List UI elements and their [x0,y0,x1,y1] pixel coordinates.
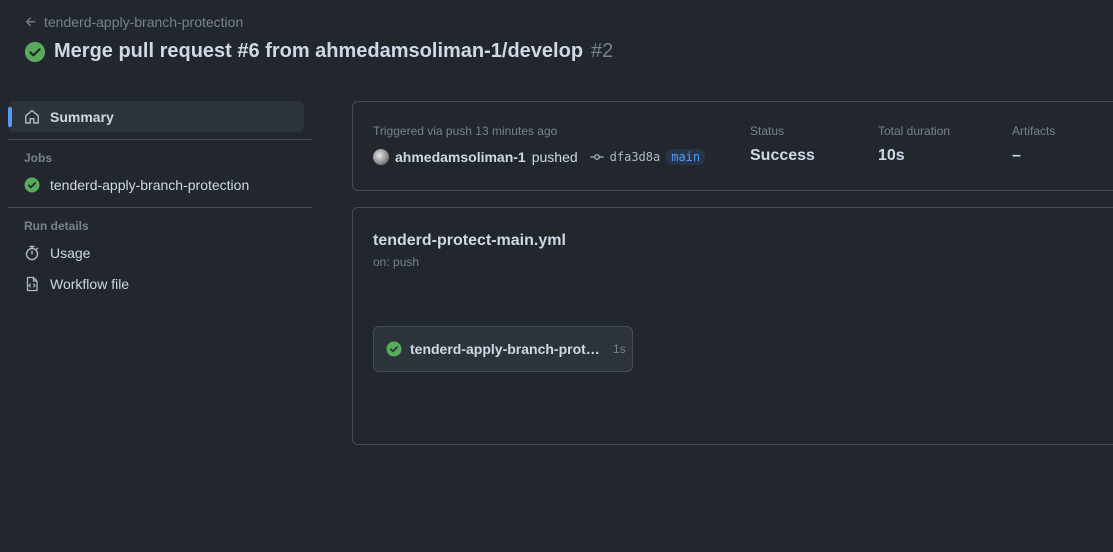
check-circle-icon [24,177,40,192]
duration-block: Total duration 10s [878,124,950,165]
run-details-heading: Run details [24,219,89,233]
sidebar-item-label: tenderd-apply-branch-protection [50,176,250,193]
divider [8,139,312,140]
action-text: pushed [531,149,578,165]
home-icon [25,109,39,124]
commit-info: ahmedamsoliman-1 pushed dfa3d8a main [373,149,706,165]
status-block: Status Success [750,124,815,165]
trigger-info: Triggered via push 13 minutes ago [373,124,558,138]
workflow-run-page: tenderd-apply-branch-protection Merge pu… [0,0,1113,552]
sidebar-item-summary[interactable]: Summary [8,101,304,132]
artifacts-label: Artifacts [1012,124,1056,138]
check-circle-icon [24,41,46,62]
run-summary-card: Triggered via push 13 minutes ago ahmeda… [352,101,1113,191]
check-circle-icon [386,341,402,357]
branch-badge[interactable]: main [666,149,706,165]
page-title: Merge pull request #6 from ahmedamsolima… [24,40,613,63]
sidebar-item-label: Usage [50,244,91,261]
duration-value: 10s [878,147,905,164]
back-link[interactable]: tenderd-apply-branch-protection [24,14,243,30]
sidebar-item-workflow-file[interactable]: Workflow file [8,268,312,299]
job-node-duration: 1s [613,342,626,356]
job-node[interactable]: tenderd-apply-branch-protection 1s [373,326,633,372]
artifacts-block: Artifacts – [1012,124,1055,165]
run-title: Merge pull request #6 from ahmedamsolima… [54,40,584,62]
actor-link[interactable]: ahmedamsoliman-1 [395,149,526,165]
sidebar: Summary Jobs tenderd-apply-branch-protec… [8,101,312,299]
avatar[interactable] [373,149,389,165]
status-value: Success [750,147,815,164]
run-number: #2 [591,40,614,62]
status-label: Status [750,124,785,138]
workflow-file-name: tenderd-protect-main.yml [373,232,566,249]
job-node-name: tenderd-apply-branch-protection [410,341,605,357]
sidebar-item-usage[interactable]: Usage [8,237,312,268]
workflow-graph-card: tenderd-protect-main.yml on: push tender… [352,207,1113,445]
arrow-left-icon [25,17,36,27]
jobs-heading: Jobs [24,151,53,165]
commit-sha-link[interactable]: dfa3d8a [610,150,661,164]
divider [8,207,312,208]
sidebar-item-label: Workflow file [50,275,130,292]
duration-label: Total duration [878,124,951,138]
stopwatch-icon [25,245,39,260]
artifacts-value: – [1012,147,1021,164]
back-link-label: tenderd-apply-branch-protection [44,14,244,30]
file-code-icon [26,276,38,291]
sidebar-item-job[interactable]: tenderd-apply-branch-protection [8,169,312,200]
git-commit-icon [589,154,604,160]
workflow-trigger: on: push [373,255,420,269]
sidebar-item-label: Summary [50,108,114,125]
